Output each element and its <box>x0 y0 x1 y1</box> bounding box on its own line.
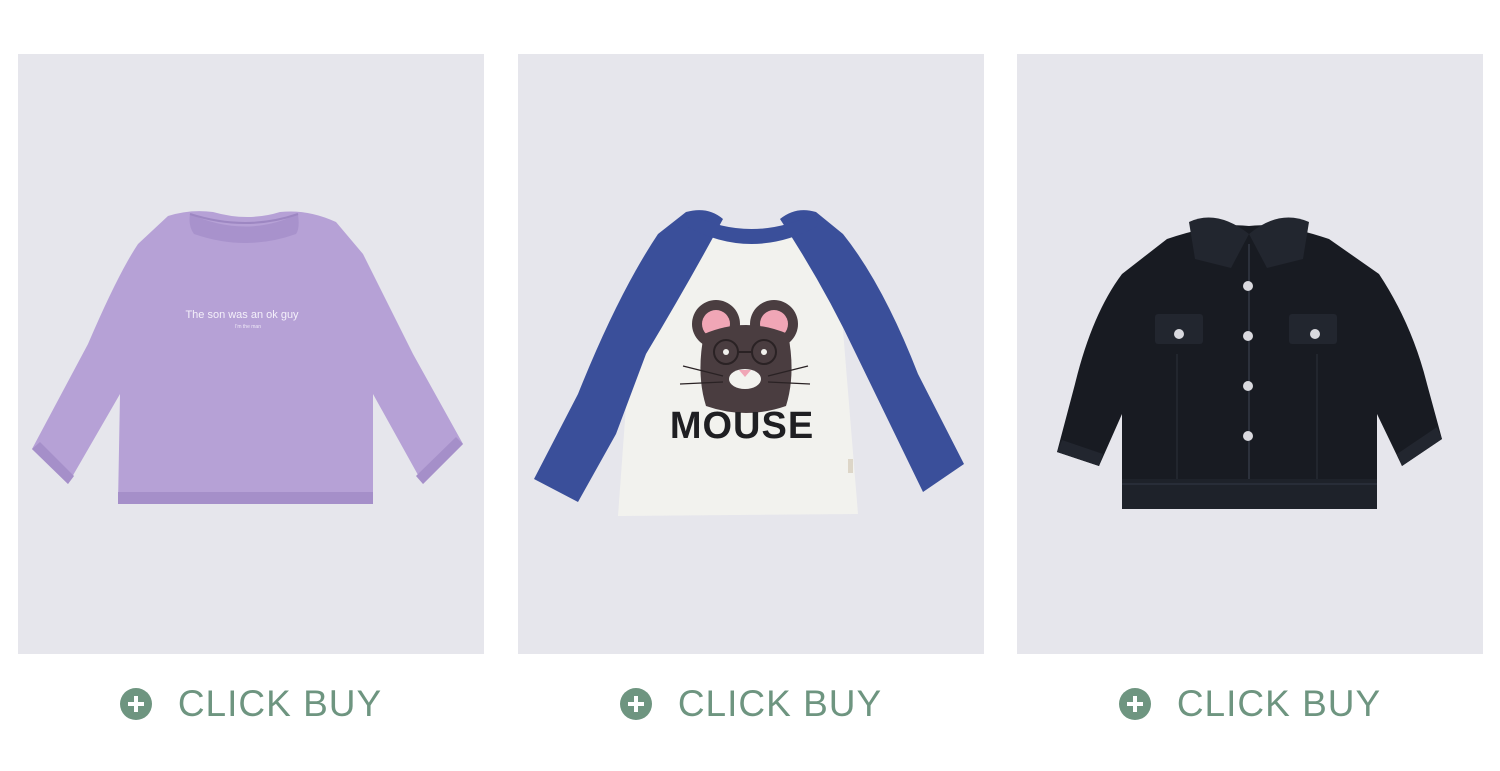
click-buy-button[interactable]: CLICK BUY <box>18 680 484 728</box>
tee-print-subtext: I'm the man <box>235 324 261 330</box>
click-buy-button[interactable]: CLICK BUY <box>518 680 984 728</box>
plus-circle-icon <box>1118 688 1151 720</box>
black-denim-jacket-image[interactable] <box>1017 54 1483 654</box>
click-buy-label: CLICK BUY <box>177 683 383 724</box>
plus-circle-icon <box>619 688 652 720</box>
mouse-raglan-tee-image[interactable]: MOUSE <box>518 54 984 654</box>
product-card-mouse-tee[interactable]: MOUSE <box>518 54 984 654</box>
product-card-denim-jacket[interactable] <box>1017 54 1483 654</box>
product-grid: The son was an ok guy I'm the man MOUSE … <box>0 0 1500 771</box>
purple-long-sleeve-tee-image[interactable]: The son was an ok guy I'm the man <box>18 54 484 654</box>
tee-print-text: The son was an ok guy <box>185 309 299 321</box>
plus-circle-icon <box>119 688 152 720</box>
click-buy-button[interactable]: CLICK BUY <box>1017 680 1483 728</box>
click-buy-label: CLICK BUY <box>1176 683 1382 724</box>
product-card-purple-tee[interactable]: The son was an ok guy I'm the man <box>18 54 484 654</box>
tee-print-text: MOUSE <box>670 405 814 447</box>
click-buy-label: CLICK BUY <box>677 683 883 724</box>
